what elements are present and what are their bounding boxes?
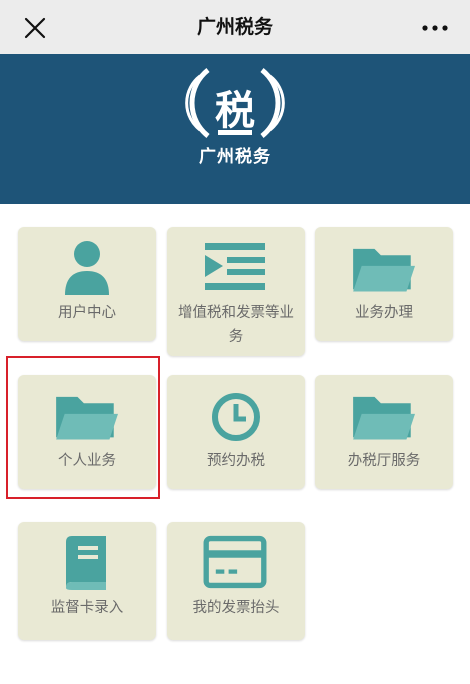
book-icon (66, 536, 106, 590)
user-icon (65, 241, 109, 295)
tile-label: 增值税和发票等业务 (178, 305, 294, 345)
invoice-list-icon (205, 243, 265, 290)
tile-label: 预约办税 (207, 453, 265, 469)
tile-label: 用户中心 (58, 305, 116, 321)
card-icon (203, 535, 267, 589)
top-bar: 广州税务 (0, 0, 470, 54)
page-title: 广州税务 (196, 16, 273, 38)
tile-invoice-title[interactable]: 我的发票抬头 (167, 522, 305, 640)
tile-vat-invoice[interactable]: 增值税和发票等业务 (167, 227, 305, 356)
tile-label: 办税厅服务 (347, 453, 421, 469)
folder-icon (353, 248, 415, 292)
folder-icon (353, 396, 415, 440)
tile-label: 我的发票抬头 (192, 600, 280, 616)
tile-hall-service[interactable]: 办税厅服务 (315, 375, 453, 489)
tile-appointment[interactable]: 预约办税 (167, 375, 305, 489)
brand-name: 广州税务 (199, 147, 271, 167)
clock-icon (212, 393, 260, 441)
tile-business-handling[interactable]: 业务办理 (315, 227, 453, 341)
tile-label: 个人业务 (58, 453, 116, 469)
tax-logo-icon: 税 (185, 68, 285, 138)
folder-icon (56, 396, 118, 440)
logo-glyph: 税 (215, 88, 255, 134)
more-dots-icon[interactable] (420, 15, 450, 41)
tile-label: 业务办理 (355, 305, 413, 321)
tile-label: 监督卡录入 (50, 600, 124, 616)
tile-user-center[interactable]: 用户中心 (18, 227, 156, 341)
tile-personal-business[interactable]: 个人业务 (18, 375, 156, 489)
tile-supervision-card[interactable]: 监督卡录入 (18, 522, 156, 640)
close-icon[interactable] (22, 15, 48, 41)
